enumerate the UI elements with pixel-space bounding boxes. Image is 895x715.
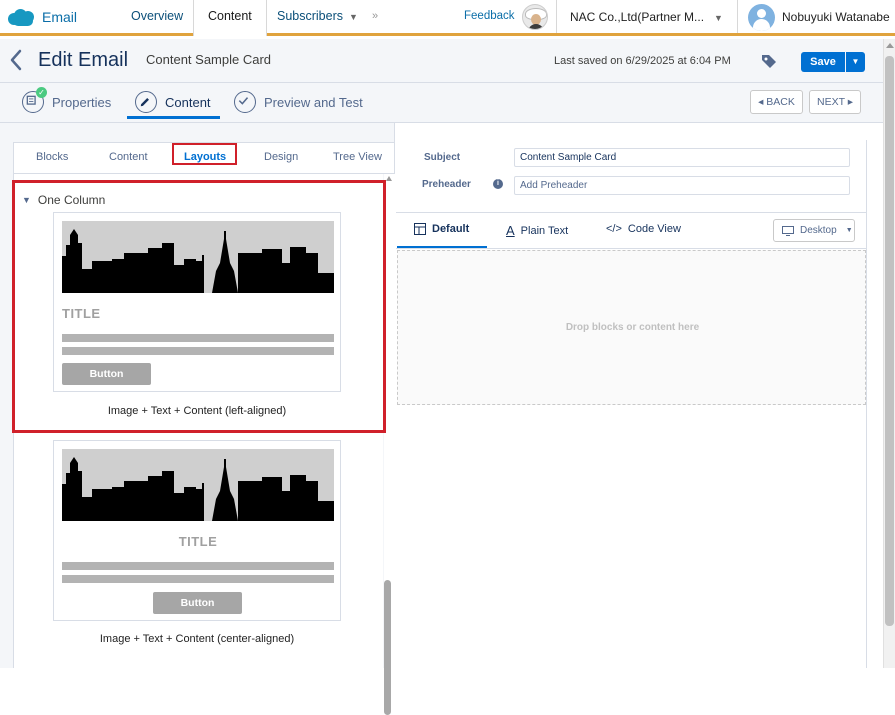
tab-tree-view[interactable]: Tree View <box>333 151 382 163</box>
step-label: Preview and Test <box>264 94 363 110</box>
info-icon[interactable]: i <box>493 179 503 189</box>
back-label: BACK <box>766 96 795 108</box>
more-tabs-icon[interactable]: » <box>372 10 378 22</box>
save-button[interactable]: Save <box>801 52 845 72</box>
nav-tab-subscribers[interactable]: Subscribers ▼ <box>263 0 372 33</box>
top-nav: Email Overview Content Subscribers ▼ » Fe… <box>0 0 895 36</box>
page-header: Edit Email Content Sample Card Last save… <box>0 39 883 83</box>
preheader-field[interactable]: Add Preheader <box>514 176 850 195</box>
nav-tab-content[interactable]: Content <box>193 0 267 36</box>
step-properties[interactable]: ✓ Properties <box>22 87 112 113</box>
nav-tab-label: Subscribers <box>277 9 343 23</box>
tab-label: Default <box>432 223 470 235</box>
email-name: Content Sample Card <box>146 52 272 67</box>
nav-tab-overview[interactable]: Overview <box>117 0 197 33</box>
layout-card-center-aligned[interactable]: TITLE Button <box>53 440 341 621</box>
org-switcher[interactable]: NAC Co.,Ltd(Partner M... ▼ <box>570 10 723 24</box>
tab-blocks[interactable]: Blocks <box>36 151 68 163</box>
subject-label: Subject <box>424 152 461 163</box>
tab-default-view[interactable]: Default <box>414 223 469 235</box>
drop-zone-text: Drop blocks or content here <box>565 322 700 333</box>
nav-tab-label: Content <box>208 9 252 23</box>
selected-layout-highlight <box>12 180 386 433</box>
back-arrow-icon[interactable] <box>8 48 24 72</box>
text-icon: A <box>506 223 515 238</box>
properties-icon: ✓ <box>22 87 47 113</box>
layouts-tab-highlight <box>172 143 237 165</box>
code-icon: </> <box>606 223 622 235</box>
tab-design[interactable]: Design <box>264 151 298 163</box>
app-logo[interactable]: Email <box>8 8 77 26</box>
tag-icon[interactable] <box>760 52 778 70</box>
back-button[interactable]: ◂ BACK <box>750 90 803 114</box>
chevron-down-icon: ▼ <box>714 13 723 23</box>
next-button[interactable]: NEXT ▸ <box>809 90 861 114</box>
tab-label: Plain Text <box>520 224 569 237</box>
tab-plain-text[interactable]: A Plain Text <box>506 223 568 238</box>
view-tabs-bottom-border <box>396 248 866 249</box>
page-title: Edit Email <box>38 49 129 71</box>
feedback-link[interactable]: Feedback <box>464 10 515 22</box>
page-scrollbar[interactable] <box>883 39 895 668</box>
step-label: Content <box>165 94 211 110</box>
last-saved-text: Last saved on 6/29/2025 at 6:04 PM <box>554 55 731 67</box>
user-avatar[interactable] <box>748 4 775 31</box>
active-step-indicator <box>127 116 220 119</box>
right-panel-border <box>866 140 867 668</box>
step-label: Properties <box>52 94 112 110</box>
device-label: Desktop <box>800 225 837 236</box>
device-select[interactable]: Desktop ▼ <box>773 219 855 242</box>
tab-content[interactable]: Content <box>109 151 148 163</box>
chevron-down-icon: ▼ <box>845 227 853 234</box>
einstein-avatar[interactable] <box>522 4 548 30</box>
content-drop-zone[interactable]: Drop blocks or content here <box>397 250 866 405</box>
card-title: TITLE <box>178 534 218 549</box>
skyline-image <box>62 449 334 521</box>
salesforce-cloud-icon <box>8 8 36 26</box>
tab-label: Code View <box>627 223 681 235</box>
subject-field[interactable]: Content Sample Card <box>514 148 850 167</box>
card-button: Button <box>153 592 242 614</box>
preheader-label: Preheader <box>422 179 471 190</box>
tab-code-view[interactable]: </> Code View <box>606 223 681 235</box>
layout-icon <box>414 223 426 235</box>
view-tabs-top-border <box>396 212 866 213</box>
text-placeholder-bar <box>62 562 334 570</box>
nav-tab-label: Overview <box>131 9 184 23</box>
text-placeholder-bar <box>62 575 334 583</box>
pencil-icon <box>135 91 157 113</box>
chevron-down-icon: ▼ <box>349 12 358 22</box>
org-name: NAC Co.,Ltd(Partner M... <box>570 10 705 24</box>
desktop-icon <box>782 225 794 236</box>
user-name[interactable]: Nobuyuki Watanabe <box>782 10 890 24</box>
app-name: Email <box>42 9 78 25</box>
step-content[interactable]: Content <box>135 91 211 113</box>
next-label: NEXT <box>816 96 845 108</box>
step-preview-test[interactable]: Preview and Test <box>234 91 363 113</box>
save-dropdown-button[interactable]: ▼ <box>846 52 865 72</box>
card-caption: Image + Text + Content (center-aligned) <box>99 633 295 645</box>
check-circle-icon <box>234 91 256 113</box>
